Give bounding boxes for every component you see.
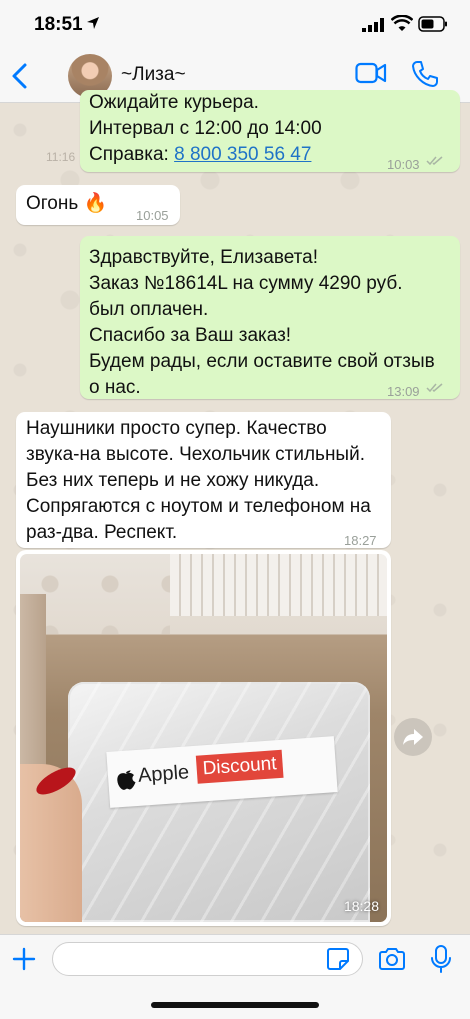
cellular-signal-icon <box>362 18 384 32</box>
label-brand-text: Apple <box>137 761 190 787</box>
message-outgoing[interactable]: Ожидайте курьера. Интервал с 12:00 до 14… <box>80 90 460 172</box>
message-time: 13:09 <box>387 384 420 399</box>
message-outgoing[interactable]: Здравствуйте, Елизавета! Заказ №18614L н… <box>80 236 460 399</box>
wifi-icon <box>391 15 413 31</box>
message-incoming[interactable]: Наушники просто супер. Качество звука-на… <box>16 412 391 548</box>
label-accent-text: Discount <box>195 749 284 784</box>
battery-icon <box>418 16 447 32</box>
message-incoming[interactable]: Огонь 🔥 10:05 <box>16 185 180 225</box>
message-line: Интервал с 12:00 до 14:00 <box>89 118 322 139</box>
camera-icon[interactable] <box>378 947 406 971</box>
message-input[interactable] <box>52 942 363 976</box>
message-line: Будем рады, если оставите свой отзыв <box>89 351 435 372</box>
message-line: Наушники просто супер. Качество <box>26 418 327 439</box>
sticker-icon[interactable] <box>326 947 350 971</box>
plus-icon[interactable] <box>12 947 36 971</box>
photo-time: 18:28 <box>343 898 379 914</box>
message-line: раз-два. Респект. <box>26 522 178 543</box>
forward-button[interactable] <box>394 718 432 756</box>
phone-link[interactable]: 8 800 350 56 47 <box>174 144 311 165</box>
microphone-icon[interactable] <box>429 944 453 974</box>
home-indicator[interactable] <box>151 1002 319 1008</box>
message-line: звука-на высоте. Чехольчик стильный. <box>26 444 365 465</box>
message-line: Здравствуйте, Елизавета! <box>89 247 318 268</box>
message-line: Сопрягаются с ноутом и телефоном на <box>26 496 371 517</box>
message-time: 10:03 <box>387 157 420 172</box>
video-call-icon[interactable] <box>355 62 387 84</box>
message-line: Спасибо за Ваш заказ! <box>89 325 292 346</box>
radiator <box>170 554 387 616</box>
location-arrow-icon <box>87 17 99 29</box>
status-time: 18:51 <box>34 14 83 35</box>
message-line: Ожидайте курьера. <box>89 92 259 113</box>
hidden-timestamp: 11:16 <box>46 150 76 164</box>
photo-image[interactable]: Apple Discount 18:28 <box>20 554 387 922</box>
delivered-ticks-icon <box>426 156 443 166</box>
wrapped-box: Apple Discount <box>68 682 370 922</box>
message-line: был оплачен. <box>89 299 209 320</box>
message-line: Без них теперь и не хожу никуда. <box>26 470 320 491</box>
message-text: Огонь 🔥 <box>26 193 108 214</box>
forward-arrow-icon <box>403 729 423 745</box>
phone-call-icon[interactable] <box>411 60 439 88</box>
status-bar: 18:51 <box>0 0 470 50</box>
apple-logo-icon <box>117 770 136 790</box>
message-line-text: Справка: <box>89 144 175 165</box>
photo-message[interactable]: Apple Discount 18:28 <box>16 550 391 926</box>
delivered-ticks-icon <box>426 383 443 393</box>
back-chevron-icon[interactable] <box>10 62 30 90</box>
contact-name[interactable]: ~Лиза~ <box>121 64 186 86</box>
message-time: 10:05 <box>136 208 169 223</box>
message-line: Заказ №18614L на сумму 4290 руб. <box>89 273 403 294</box>
